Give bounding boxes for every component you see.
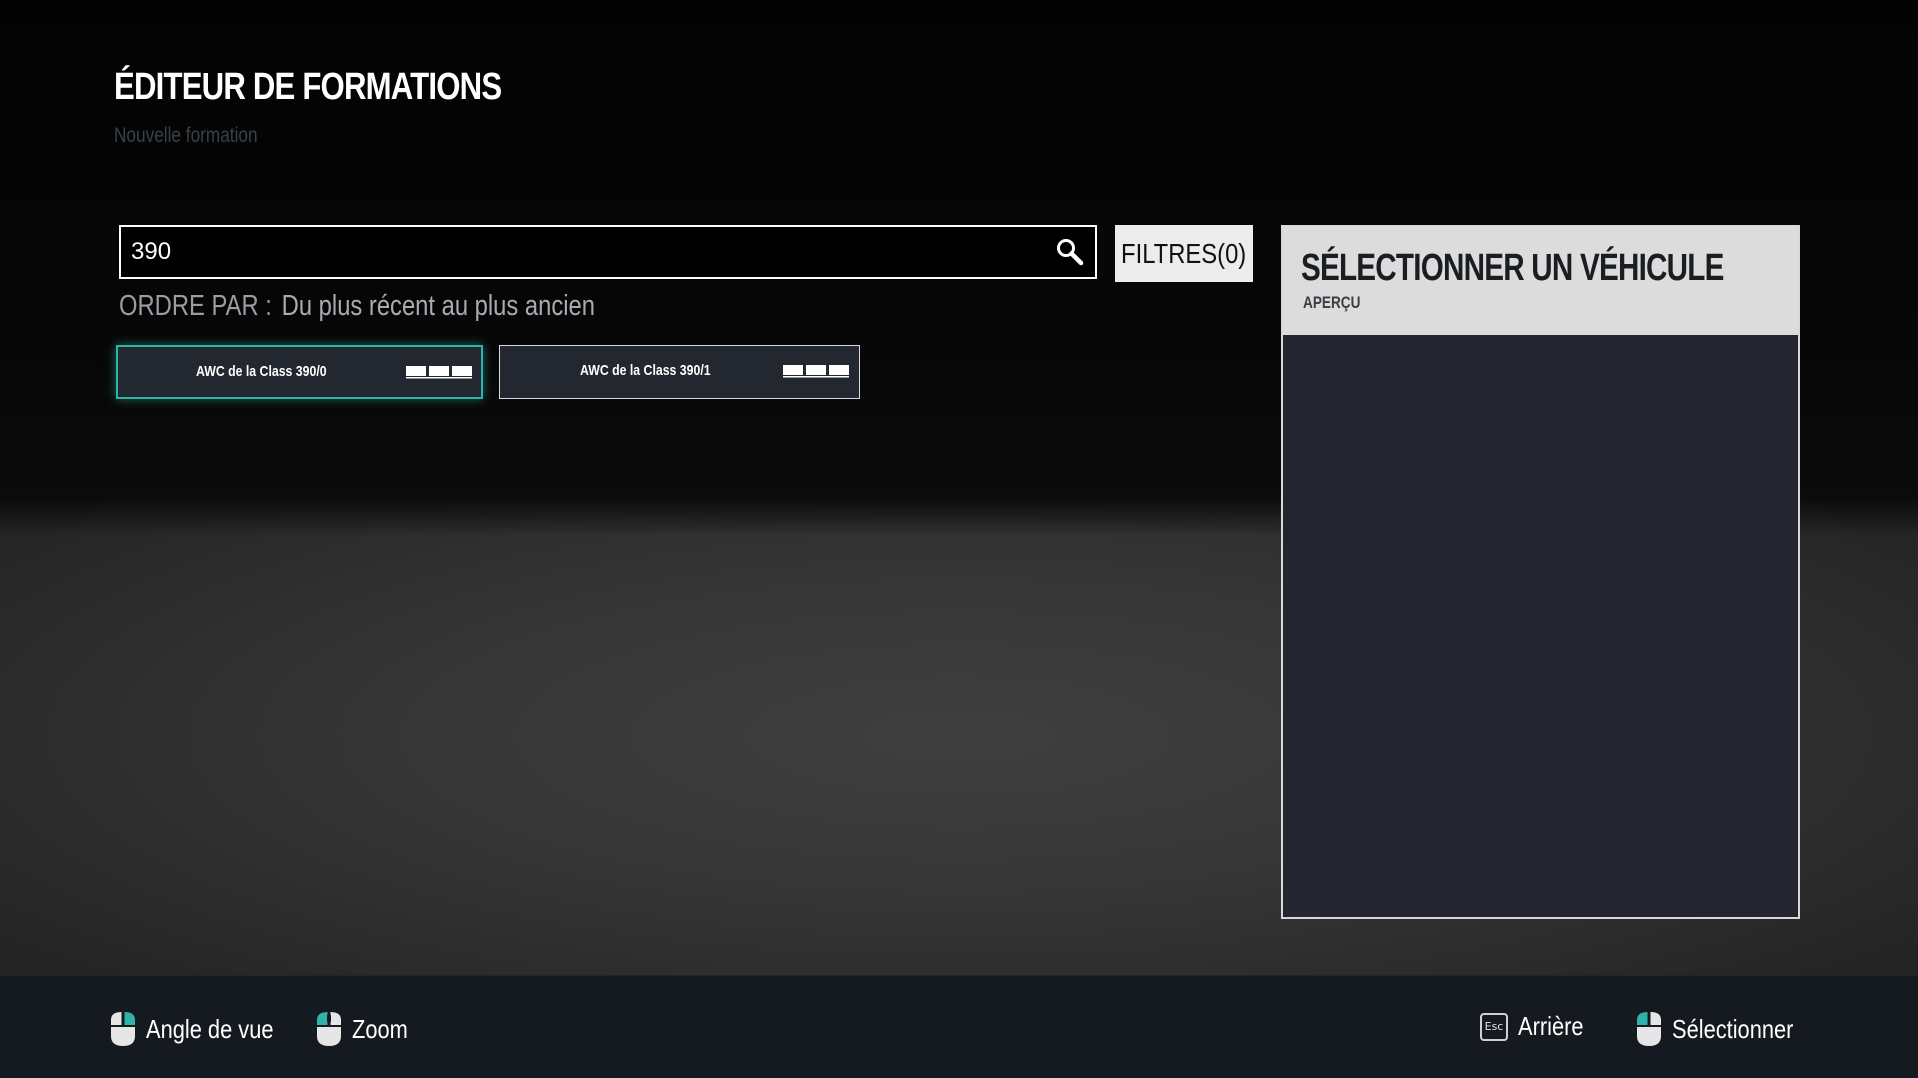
filters-button-label: FILTRES(0)	[1121, 237, 1247, 269]
page-subtitle: Nouvelle formation	[114, 124, 258, 147]
footer-hint-bar: Angle de vue Zoom Esc Arrière Sélectionn…	[0, 975, 1918, 1078]
hint-label: Sélectionner	[1672, 1013, 1794, 1044]
hint-label: Arrière	[1518, 1011, 1584, 1041]
hint-label: Zoom	[352, 1013, 408, 1044]
train-icon	[783, 365, 849, 378]
vehicle-card-390-0[interactable]: AWC de la Class 390/0	[116, 345, 483, 399]
mouse-right-icon	[111, 1012, 135, 1046]
vehicle-card-label: AWC de la Class 390/1	[580, 362, 711, 379]
page-title: ÉDITEUR DE FORMATIONS	[114, 66, 502, 108]
sort-value[interactable]: Du plus récent au plus ancien	[282, 290, 595, 322]
search-input[interactable]	[131, 227, 1031, 277]
vehicle-card-label: AWC de la Class 390/0	[196, 363, 327, 380]
search-box[interactable]	[119, 225, 1097, 279]
preview-header: SÉLECTIONNER UN VÉHICULE APERÇU	[1283, 227, 1798, 335]
mouse-scroll-icon	[317, 1012, 341, 1046]
mouse-left-icon	[1637, 1012, 1661, 1046]
preview-subtitle: APERÇU	[1303, 293, 1361, 312]
sort-order[interactable]: ORDRE PAR : Du plus récent au plus ancien	[119, 290, 595, 323]
filters-button[interactable]: FILTRES(0)	[1115, 225, 1253, 282]
hint-label: Angle de vue	[146, 1013, 274, 1044]
esc-key-icon: Esc	[1480, 1012, 1508, 1041]
hint-camera-angle[interactable]: Angle de vue	[110, 1011, 298, 1047]
train-icon	[406, 366, 472, 379]
vehicle-preview-panel: SÉLECTIONNER UN VÉHICULE APERÇU	[1281, 225, 1800, 919]
sort-label: ORDRE PAR :	[119, 290, 272, 322]
preview-title: SÉLECTIONNER UN VÉHICULE	[1301, 247, 1724, 289]
hint-zoom[interactable]: Zoom	[316, 1011, 418, 1047]
vehicle-card-390-1[interactable]: AWC de la Class 390/1	[499, 345, 860, 399]
search-icon[interactable]	[1055, 237, 1085, 267]
hint-select[interactable]: Sélectionner	[1636, 1011, 1817, 1047]
hint-back[interactable]: Esc Arrière	[1480, 1011, 1596, 1042]
